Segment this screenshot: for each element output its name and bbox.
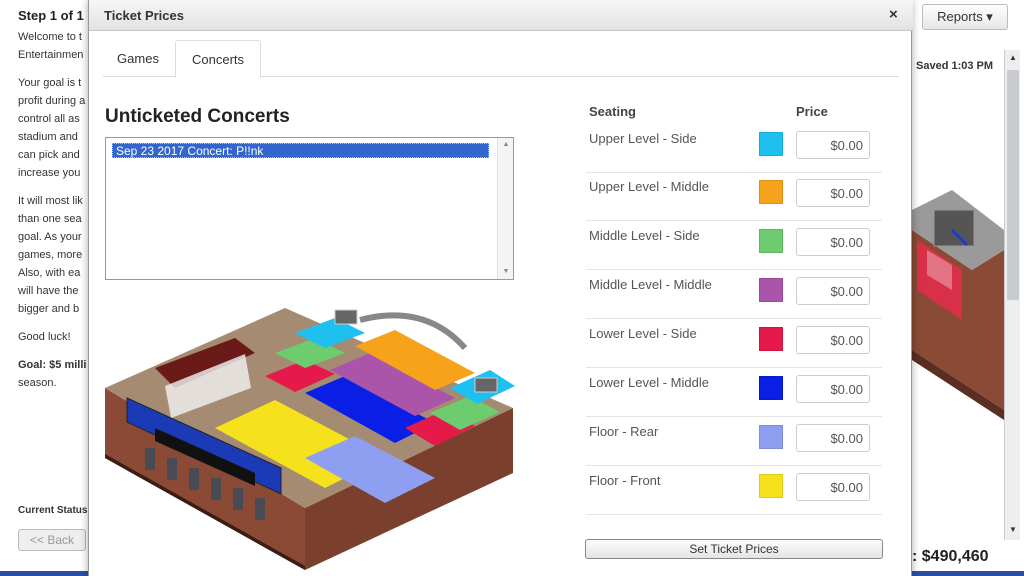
ticket-prices-modal: Ticket Prices × Games Concerts Untickete…	[88, 0, 913, 576]
instruction-line: games, more	[18, 249, 83, 261]
instruction-line: Entertainmen	[18, 49, 84, 61]
instruction-line: profit during a	[18, 95, 86, 107]
tab-bar: Games Concerts	[103, 40, 899, 78]
page-scrollbar[interactable]: ▲ ▼	[1004, 50, 1020, 540]
saved-timestamp: Saved 1:03 PM	[916, 60, 994, 72]
unticketed-concerts-list[interactable]: Sep 23 2017 Concert: P!!nk ▲ ▼	[105, 137, 514, 280]
list-scrollbar[interactable]: ▲ ▼	[497, 138, 513, 279]
list-item[interactable]: Sep 23 2017 Concert: P!!nk	[112, 143, 489, 158]
seating-section-label: Lower Level - Side	[589, 326, 697, 341]
section-color-swatch	[759, 376, 783, 400]
step-title: Step 1 of 1	[18, 8, 84, 23]
instruction-line: Good luck!	[18, 331, 71, 343]
seating-section-label: Upper Level - Side	[589, 131, 697, 146]
reports-dropdown-button[interactable]: Reports ▾	[922, 4, 1008, 30]
seating-section-label: Lower Level - Middle	[589, 375, 709, 390]
scroll-up-arrow-icon[interactable]: ▲	[498, 138, 514, 152]
seating-row: Upper Level - Side	[586, 124, 882, 173]
instruction-line: can pick and	[18, 149, 80, 161]
seating-row: Lower Level - Middle	[586, 368, 882, 417]
seating-row: Floor - Rear	[586, 417, 882, 466]
modal-header: Ticket Prices ×	[89, 0, 913, 31]
seating-row: Middle Level - Middle	[586, 270, 882, 319]
tab-games[interactable]: Games	[103, 40, 173, 77]
seating-section-label: Middle Level - Side	[589, 228, 700, 243]
cash-balance: : $490,460	[912, 548, 989, 565]
instruction-line: Your goal is t	[18, 77, 82, 89]
scroll-up-arrow-icon[interactable]: ▲	[1005, 50, 1021, 66]
instruction-line: stadium and	[18, 131, 78, 143]
seating-section-label: Floor - Front	[589, 473, 661, 488]
seating-row: Floor - Front	[586, 466, 882, 515]
section-color-swatch	[759, 278, 783, 302]
section-color-swatch	[759, 327, 783, 351]
instruction-line: It will most lik	[18, 195, 83, 207]
seating-row: Upper Level - Middle	[586, 172, 882, 221]
scroll-down-arrow-icon[interactable]: ▼	[498, 265, 514, 279]
price-input[interactable]	[796, 375, 870, 403]
instruction-line: control all as	[18, 113, 80, 125]
price-input[interactable]	[796, 473, 870, 501]
instruction-line: will have the	[18, 285, 79, 297]
price-input[interactable]	[796, 131, 870, 159]
section-color-swatch	[759, 180, 783, 204]
seating-row: Middle Level - Side	[586, 221, 882, 270]
scrollbar-thumb[interactable]	[1007, 70, 1019, 300]
goal-line: Goal: $5 milli	[18, 359, 87, 371]
scroll-down-arrow-icon[interactable]: ▼	[1005, 522, 1021, 538]
instruction-line: than one sea	[18, 213, 82, 225]
price-input[interactable]	[796, 228, 870, 256]
tab-concerts[interactable]: Concerts	[175, 40, 261, 78]
price-input[interactable]	[796, 326, 870, 354]
price-input[interactable]	[796, 179, 870, 207]
current-status-label: Current Status:	[18, 505, 91, 516]
back-button[interactable]: << Back	[18, 529, 86, 551]
instruction-line: Also, with ea	[18, 267, 81, 279]
background-stadium-image	[912, 190, 1004, 420]
modal-title: Ticket Prices	[104, 8, 184, 23]
instruction-line: goal. As your	[18, 231, 82, 243]
section-color-swatch	[759, 132, 783, 156]
instruction-line: bigger and b	[18, 303, 80, 315]
section-title: Unticketed Concerts	[105, 106, 290, 127]
close-icon[interactable]: ×	[889, 6, 898, 23]
price-column-header: Price	[796, 104, 828, 119]
section-color-swatch	[759, 425, 783, 449]
background-instructions-panel: Step 1 of 1 Welcome to t Entertainmen Yo…	[0, 0, 100, 576]
seating-section-label: Upper Level - Middle	[589, 179, 709, 194]
instruction-line: season.	[18, 377, 57, 389]
instruction-line: increase you	[18, 167, 81, 179]
price-input[interactable]	[796, 277, 870, 305]
stadium-seating-map	[105, 308, 515, 570]
set-ticket-prices-button[interactable]: Set Ticket Prices	[585, 539, 883, 559]
seating-column-header: Seating	[589, 104, 636, 119]
instruction-line: Welcome to t	[18, 31, 82, 43]
price-input[interactable]	[796, 424, 870, 452]
seating-row: Lower Level - Side	[586, 319, 882, 368]
section-color-swatch	[759, 229, 783, 253]
seating-section-label: Floor - Rear	[589, 424, 659, 439]
seating-section-label: Middle Level - Middle	[589, 277, 712, 292]
section-color-swatch	[759, 474, 783, 498]
